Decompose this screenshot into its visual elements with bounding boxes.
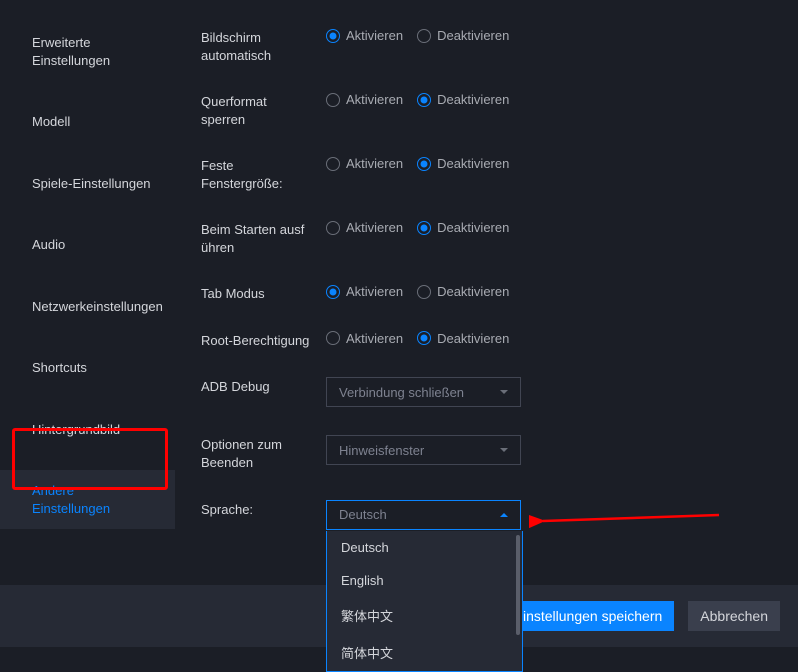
radio-deactivate[interactable] [417,331,431,345]
sidebar-item-model[interactable]: Modell [0,101,175,143]
setting-label: ADB Debug [201,377,326,396]
chevron-up-icon [500,513,508,517]
dropdown-item-zh-trad[interactable]: 繁体中文 [327,597,522,634]
radio-label[interactable]: Aktivieren [346,28,403,43]
setting-row-root: Root-Berechtigung Aktivieren Deaktiviere… [201,331,798,350]
radio-activate[interactable] [326,157,340,171]
radio-group: Aktivieren Deaktivieren [326,92,517,107]
dropdown-item-english[interactable]: English [327,564,522,597]
setting-label: Tab Modus [201,284,326,303]
select-value: Verbindung schließen [339,385,464,400]
radio-label[interactable]: Deaktivieren [437,220,509,235]
main-panel: Bildschirm automatisch Aktivieren Deakti… [175,0,798,647]
radio-label[interactable]: Deaktivieren [437,331,509,346]
setting-row-screen-auto: Bildschirm automatisch Aktivieren Deakti… [201,28,798,64]
sidebar-item-label: Shortcuts [32,360,87,375]
setting-row-adb: ADB Debug Verbindung schließen [201,377,798,407]
radio-activate[interactable] [326,29,340,43]
chevron-down-icon [500,390,508,394]
setting-row-autostart: Beim Starten ausf ühren Aktivieren Deakt… [201,220,798,256]
language-dropdown: Deutsch English 繁体中文 简体中文 [326,531,523,672]
setting-label: Sprache: [201,500,326,519]
radio-label[interactable]: Aktivieren [346,156,403,171]
sidebar-item-label: Modell [32,114,70,129]
adb-select[interactable]: Verbindung schließen [326,377,521,407]
save-button[interactable]: Einstellungen speichern [502,601,675,631]
radio-label[interactable]: Aktivieren [346,92,403,107]
sidebar-item-advanced[interactable]: Erweiterte Einstellungen [0,22,175,81]
radio-label[interactable]: Deaktivieren [437,284,509,299]
sidebar-item-audio[interactable]: Audio [0,224,175,266]
sidebar-item-shortcuts[interactable]: Shortcuts [0,347,175,389]
radio-deactivate[interactable] [417,93,431,107]
sidebar-item-label: Audio [32,237,65,252]
radio-label[interactable]: Aktivieren [346,284,403,299]
setting-label: Querformat sperren [201,92,326,128]
setting-label: Optionen zum Beenden [201,435,326,471]
radio-deactivate[interactable] [417,29,431,43]
radio-label[interactable]: Aktivieren [346,331,403,346]
setting-label: Feste Fenstergröße: [201,156,326,192]
cancel-button[interactable]: Abbrechen [688,601,780,631]
radio-group: Aktivieren Deaktivieren [326,28,517,43]
radio-deactivate[interactable] [417,285,431,299]
setting-label: Beim Starten ausf ühren [201,220,326,256]
sidebar-item-label: Einstellungen [32,53,110,68]
setting-row-tab-mode: Tab Modus Aktivieren Deaktivieren [201,284,798,303]
sidebar-item-label: Erweiterte [32,35,91,50]
radio-activate[interactable] [326,221,340,235]
sidebar-item-label: Netzwerkeinstellungen [32,299,163,314]
sidebar: Erweiterte Einstellungen Modell Spiele-E… [0,0,175,647]
sidebar-item-background[interactable]: Hintergrundbild [0,409,175,451]
dropdown-item-deutsch[interactable]: Deutsch [327,531,522,564]
radio-group: Aktivieren Deaktivieren [326,220,517,235]
radio-group: Aktivieren Deaktivieren [326,284,517,299]
radio-label[interactable]: Aktivieren [346,220,403,235]
radio-activate[interactable] [326,93,340,107]
chevron-down-icon [500,448,508,452]
dropdown-scrollbar[interactable] [516,535,520,635]
setting-row-landscape-lock: Querformat sperren Aktivieren Deaktivier… [201,92,798,128]
setting-label: Bildschirm automatisch [201,28,326,64]
radio-label[interactable]: Deaktivieren [437,28,509,43]
radio-activate[interactable] [326,285,340,299]
sidebar-item-label: Einstellungen [32,501,110,516]
setting-row-fixed-window: Feste Fenstergröße: Aktivieren Deaktivie… [201,156,798,192]
sidebar-item-label: Spiele-Einstellungen [32,176,151,191]
sidebar-item-label: Andere [32,483,74,498]
radio-label[interactable]: Deaktivieren [437,92,509,107]
radio-group: Aktivieren Deaktivieren [326,331,517,346]
sidebar-item-game[interactable]: Spiele-Einstellungen [0,163,175,205]
exit-select[interactable]: Hinweisfenster [326,435,521,465]
language-select[interactable]: Deutsch Deutsch English 繁体中文 简体中文 [326,500,521,530]
radio-deactivate[interactable] [417,221,431,235]
setting-label: Root-Berechtigung [201,331,326,350]
select-value: Hinweisfenster [339,443,424,458]
dropdown-item-zh-simp[interactable]: 简体中文 [327,634,522,671]
setting-row-exit-options: Optionen zum Beenden Hinweisfenster [201,435,798,471]
radio-label[interactable]: Deaktivieren [437,156,509,171]
radio-activate[interactable] [326,331,340,345]
setting-row-language: Sprache: Deutsch Deutsch English 繁体中文 简体… [201,500,798,530]
select-value: Deutsch [339,507,387,522]
sidebar-item-other[interactable]: Andere Einstellungen [0,470,175,529]
sidebar-item-label: Hintergrundbild [32,422,120,437]
radio-group: Aktivieren Deaktivieren [326,156,517,171]
radio-deactivate[interactable] [417,157,431,171]
sidebar-item-network[interactable]: Netzwerkeinstellungen [0,286,175,328]
